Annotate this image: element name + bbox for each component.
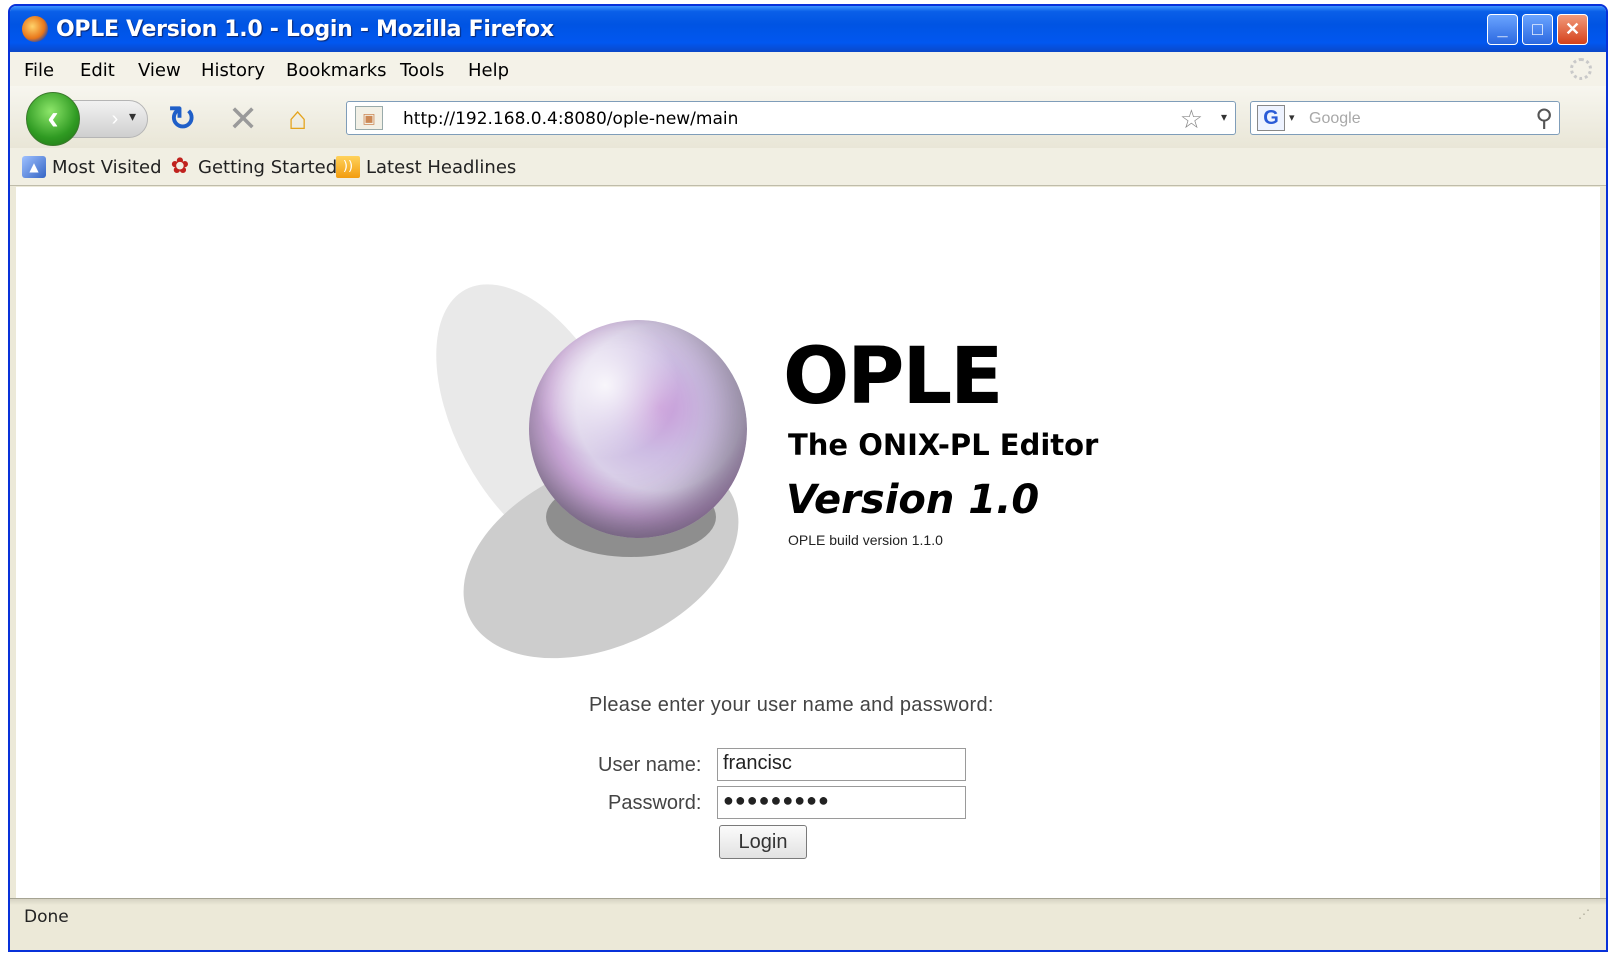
status-bar: Done ⋰: [10, 898, 1606, 950]
menu-tools[interactable]: Tools: [400, 60, 444, 81]
rss-feed-icon: )): [336, 156, 360, 178]
menu-bookmarks[interactable]: Bookmarks: [286, 60, 387, 81]
menu-history[interactable]: History: [201, 60, 265, 81]
app-version: Version 1.0: [786, 477, 1040, 523]
menu-file[interactable]: File: [24, 60, 54, 81]
home-icon[interactable]: ⌂: [288, 100, 307, 137]
menu-help[interactable]: Help: [468, 60, 509, 81]
login-prompt: Please enter your user name and password…: [589, 694, 994, 716]
getting-started-icon: ✿: [170, 154, 190, 179]
menu-bar: File Edit View History Bookmarks Tools H…: [10, 52, 1606, 86]
url-bar[interactable]: ▣ http://192.168.0.4:8080/ople-new/main …: [346, 101, 1236, 135]
app-subtitle: The ONIX-PL Editor: [788, 428, 1099, 462]
page-content: OPLE The ONIX-PL Editor Version 1.0 OPLE…: [16, 187, 1600, 898]
bookmark-label: Most Visited: [52, 156, 162, 178]
search-bar[interactable]: G ▾ Google ⚲: [1250, 101, 1560, 135]
app-title: OPLE: [783, 332, 1003, 422]
password-field[interactable]: ●●●●●●●●●: [717, 786, 966, 819]
activity-throbber-icon: [1570, 58, 1592, 80]
maximize-button[interactable]: □: [1522, 14, 1553, 45]
browser-window: OPLE Version 1.0 - Login - Mozilla Firef…: [8, 4, 1608, 952]
menu-edit[interactable]: Edit: [80, 60, 115, 81]
url-text[interactable]: http://192.168.0.4:8080/ople-new/main: [403, 109, 738, 129]
firefox-icon: [22, 16, 48, 42]
bookmark-latest-headlines[interactable]: )) Latest Headlines: [336, 156, 516, 178]
search-input[interactable]: Google: [1309, 110, 1361, 128]
bookmark-label: Latest Headlines: [366, 156, 517, 178]
forward-icon: ›: [111, 108, 119, 130]
most-visited-icon: ▲: [22, 156, 46, 178]
search-engine-dropdown-icon[interactable]: ▾: [1289, 111, 1295, 124]
history-dropdown-icon[interactable]: ▾: [129, 108, 136, 125]
url-dropdown-icon[interactable]: ▾: [1221, 110, 1227, 124]
stop-icon[interactable]: ✕: [228, 98, 258, 140]
search-icon[interactable]: ⚲: [1535, 104, 1553, 133]
minimize-button[interactable]: _: [1487, 14, 1518, 45]
password-label: Password:: [608, 792, 702, 814]
navigation-toolbar: › ▾ ‹ ↻ ✕ ⌂ ▣ http://192.168.0.4:8080/op…: [10, 86, 1606, 148]
bookmark-star-icon[interactable]: ☆: [1180, 104, 1203, 135]
close-button[interactable]: ✕: [1557, 14, 1588, 45]
status-text: Done: [24, 907, 69, 927]
back-icon: ‹: [47, 99, 59, 137]
bookmark-getting-started[interactable]: ✿ Getting Started: [168, 156, 337, 178]
menu-view[interactable]: View: [138, 60, 181, 81]
search-engine-icon[interactable]: G: [1257, 105, 1285, 131]
login-button[interactable]: Login: [719, 825, 807, 859]
build-version: OPLE build version 1.1.0: [788, 532, 943, 548]
reload-icon[interactable]: ↻: [168, 99, 197, 139]
site-identity-icon[interactable]: ▣: [355, 106, 383, 130]
logo-sphere: [529, 320, 747, 538]
window-title: OPLE Version 1.0 - Login - Mozilla Firef…: [56, 17, 554, 42]
username-label: User name:: [598, 754, 702, 776]
title-bar: OPLE Version 1.0 - Login - Mozilla Firef…: [10, 6, 1606, 52]
resize-grip-icon[interactable]: ⋰: [1578, 907, 1596, 927]
bookmarks-toolbar: ▲ Most Visited ✿ Getting Started )) Late…: [10, 148, 1606, 186]
bookmark-label: Getting Started: [198, 156, 338, 178]
username-field[interactable]: francisc: [717, 748, 966, 781]
forward-button[interactable]: ›: [72, 100, 148, 138]
back-button[interactable]: ‹: [26, 92, 80, 146]
bookmark-most-visited[interactable]: ▲ Most Visited: [22, 156, 162, 178]
